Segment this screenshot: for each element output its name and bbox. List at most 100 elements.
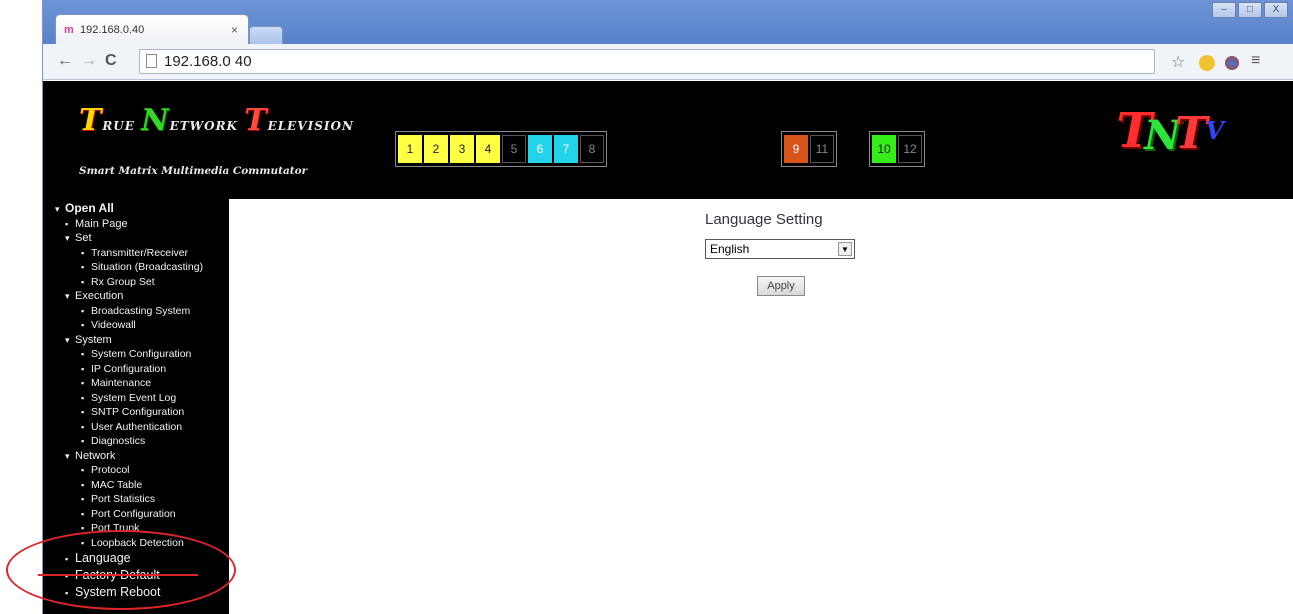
sidebar-item-maintenance[interactable]: ▪ Maintenance bbox=[43, 376, 229, 391]
sidebar-item-port-configuration[interactable]: ▪ Port Configuration bbox=[43, 507, 229, 522]
sidebar-item-videowall[interactable]: ▪ Videowall bbox=[43, 318, 229, 333]
channel-button[interactable]: 10 bbox=[872, 135, 896, 163]
sidebar-item-label: Protocol bbox=[91, 464, 130, 476]
browser-toolbar: ← → C 192.168.0 40 ☆ ≡ bbox=[43, 44, 1293, 80]
sidebar-item-rx-group-set[interactable]: ▪ Rx Group Set bbox=[43, 275, 229, 290]
sidebar-item-label: Videowall bbox=[91, 319, 136, 331]
menu-icon[interactable]: ≡ bbox=[1251, 52, 1260, 70]
tab-title: 192.168.0.40 bbox=[80, 24, 145, 36]
sidebar-item-main-page[interactable]: ▪ Main Page bbox=[43, 217, 229, 232]
channel-button[interactable]: 8 bbox=[580, 135, 604, 163]
sidebar-item-transmitter-receiver[interactable]: ▪ Transmitter/Receiver bbox=[43, 246, 229, 261]
tntv-logo: T N T V bbox=[1116, 103, 1224, 159]
channel-group-a: 12345678 bbox=[395, 131, 607, 167]
sidebar-item-sntp-configuration[interactable]: ▪ SNTP Configuration bbox=[43, 405, 229, 420]
channel-button[interactable]: 2 bbox=[424, 135, 448, 163]
brand-subtitle: Smart Matrix Multimedia Commutator bbox=[79, 165, 308, 177]
browser-tab[interactable]: m 192.168.0.40 × bbox=[55, 14, 249, 44]
channel-button[interactable]: 1 bbox=[398, 135, 422, 163]
sidebar-menu: ▾ Open All ▪ Main Page ▾ Set ▪ Transmitter/Rec… bbox=[43, 199, 229, 614]
channel-button[interactable]: 11 bbox=[810, 135, 834, 163]
expand-arrow-icon: ▾ bbox=[55, 204, 60, 214]
sidebar-item-protocol[interactable]: ▪ Protocol bbox=[43, 463, 229, 478]
sidebar-item-label: Diagnostics bbox=[91, 435, 146, 447]
bullet-icon: ▪ bbox=[81, 247, 85, 258]
bullet-icon: ▪ bbox=[81, 305, 85, 316]
sidebar-item-user-authentication[interactable]: ▪ User Authentication bbox=[43, 420, 229, 435]
sidebar-item-label: Execution bbox=[75, 290, 124, 302]
channel-button[interactable]: 3 bbox=[450, 135, 474, 163]
channel-button[interactable]: 6 bbox=[528, 135, 552, 163]
sidebar-item-execution[interactable]: ▾ Execution bbox=[43, 289, 229, 304]
sidebar-item-port-trunk[interactable]: ▪ Port Trunk bbox=[43, 521, 229, 536]
expand-arrow-icon: ▾ bbox=[65, 450, 70, 461]
sidebar-item-loopback-detection[interactable]: ▪ Loopback Detection bbox=[43, 536, 229, 551]
page-title: Language Setting bbox=[705, 211, 823, 228]
new-tab-button[interactable] bbox=[249, 26, 283, 44]
bullet-icon: ▪ bbox=[81, 421, 85, 432]
sidebar-item-mac-table[interactable]: ▪ MAC Table bbox=[43, 478, 229, 493]
extension-2-icon[interactable] bbox=[1225, 56, 1239, 70]
bullet-icon: ▪ bbox=[81, 508, 85, 519]
channel-button[interactable]: 7 bbox=[554, 135, 578, 163]
sidebar-item-label: Language bbox=[75, 551, 131, 565]
bullet-icon: ▪ bbox=[81, 465, 85, 475]
sidebar-item-set[interactable]: ▾ Set bbox=[43, 231, 229, 246]
tab-close-icon[interactable]: × bbox=[231, 23, 238, 37]
back-arrow-icon[interactable]: ← bbox=[57, 52, 73, 70]
title-bar: m 192.168.0.40 × – □ X bbox=[43, 0, 1293, 44]
sidebar-item-ip-configuration[interactable]: ▪ IP Configuration bbox=[43, 362, 229, 377]
minimize-button[interactable]: – bbox=[1212, 2, 1236, 18]
maximize-button[interactable]: □ bbox=[1238, 2, 1262, 18]
sidebar-item-system-reboot[interactable]: ▪ System Reboot bbox=[43, 584, 229, 601]
bullet-icon: ▪ bbox=[81, 436, 85, 446]
extension-icon[interactable] bbox=[1199, 55, 1215, 71]
sidebar-item-label: Loopback Detection bbox=[91, 536, 184, 549]
bullet-icon: ▪ bbox=[81, 537, 85, 548]
main-content: Language Setting English ▼ Apply bbox=[229, 199, 1293, 614]
channel-group-b: 9 11 bbox=[781, 131, 837, 167]
sidebar-tree: ▪ Main Page ▾ Set ▪ Transmitter/Receiver ▪ Situ… bbox=[43, 217, 229, 602]
sidebar-item-port-statistics[interactable]: ▪ Port Statistics bbox=[43, 492, 229, 507]
sidebar-item-system-event-log[interactable]: ▪ System Event Log bbox=[43, 391, 229, 406]
sidebar-item-factory-default[interactable]: ▪ Factory Default bbox=[43, 567, 229, 584]
sidebar-item-diagnostics[interactable]: ▪ Diagnostics bbox=[43, 434, 229, 449]
bullet-icon: ▪ bbox=[81, 523, 85, 533]
address-bar[interactable]: 192.168.0 40 bbox=[139, 49, 1155, 74]
bullet-icon: ▪ bbox=[65, 218, 69, 229]
bullet-icon: ▪ bbox=[81, 494, 85, 504]
sidebar-open-all[interactable]: ▾ Open All bbox=[43, 201, 229, 217]
channel-group-c: 10 12 bbox=[869, 131, 925, 167]
forward-arrow-icon[interactable]: → bbox=[81, 52, 97, 70]
bullet-icon: ▪ bbox=[81, 479, 85, 490]
url-text: 192.168.0 40 bbox=[164, 53, 252, 70]
sidebar-item-language[interactable]: ▪ Language bbox=[43, 550, 229, 567]
sidebar-item-label: User Authentication bbox=[91, 420, 183, 433]
bookmark-star-icon[interactable]: ☆ bbox=[1171, 52, 1185, 72]
sidebar-item-situation-broadcasting[interactable]: ▪ Situation (Broadcasting) bbox=[43, 260, 229, 275]
bullet-icon: ▪ bbox=[81, 378, 85, 388]
close-window-button[interactable]: X bbox=[1264, 2, 1288, 18]
apply-button[interactable]: Apply bbox=[757, 276, 805, 296]
channel-button[interactable]: 4 bbox=[476, 135, 500, 163]
channel-button[interactable]: 5 bbox=[502, 135, 526, 163]
language-select[interactable]: English ▼ bbox=[705, 239, 855, 259]
sidebar-item-system[interactable]: ▾ System bbox=[43, 333, 229, 348]
sidebar-item-label: SNTP Configuration bbox=[91, 406, 185, 418]
sidebar-item-network[interactable]: ▾ Network bbox=[43, 449, 229, 464]
sidebar-item-label: System Event Log bbox=[91, 391, 177, 404]
web-page: TRUE NETWORK TELEVISION Smart Matrix Mul… bbox=[43, 81, 1293, 614]
sidebar-item-label: System Reboot bbox=[75, 585, 161, 599]
dropdown-arrow-icon[interactable]: ▼ bbox=[838, 242, 852, 256]
expand-arrow-icon: ▾ bbox=[65, 233, 70, 243]
expand-arrow-icon: ▾ bbox=[65, 334, 70, 345]
sidebar-item-label: IP Configuration bbox=[91, 362, 167, 375]
sidebar-item-broadcasting-system[interactable]: ▪ Broadcasting System bbox=[43, 304, 229, 319]
bullet-icon: ▪ bbox=[81, 262, 85, 272]
sidebar-item-system-configuration[interactable]: ▪ System Configuration bbox=[43, 347, 229, 362]
reload-icon[interactable]: C bbox=[105, 52, 117, 70]
channel-button[interactable]: 9 bbox=[784, 135, 808, 163]
sidebar-item-label: Port Trunk bbox=[91, 522, 140, 534]
channel-button[interactable]: 12 bbox=[898, 135, 922, 163]
sidebar-item-label: Situation (Broadcasting) bbox=[91, 261, 204, 273]
